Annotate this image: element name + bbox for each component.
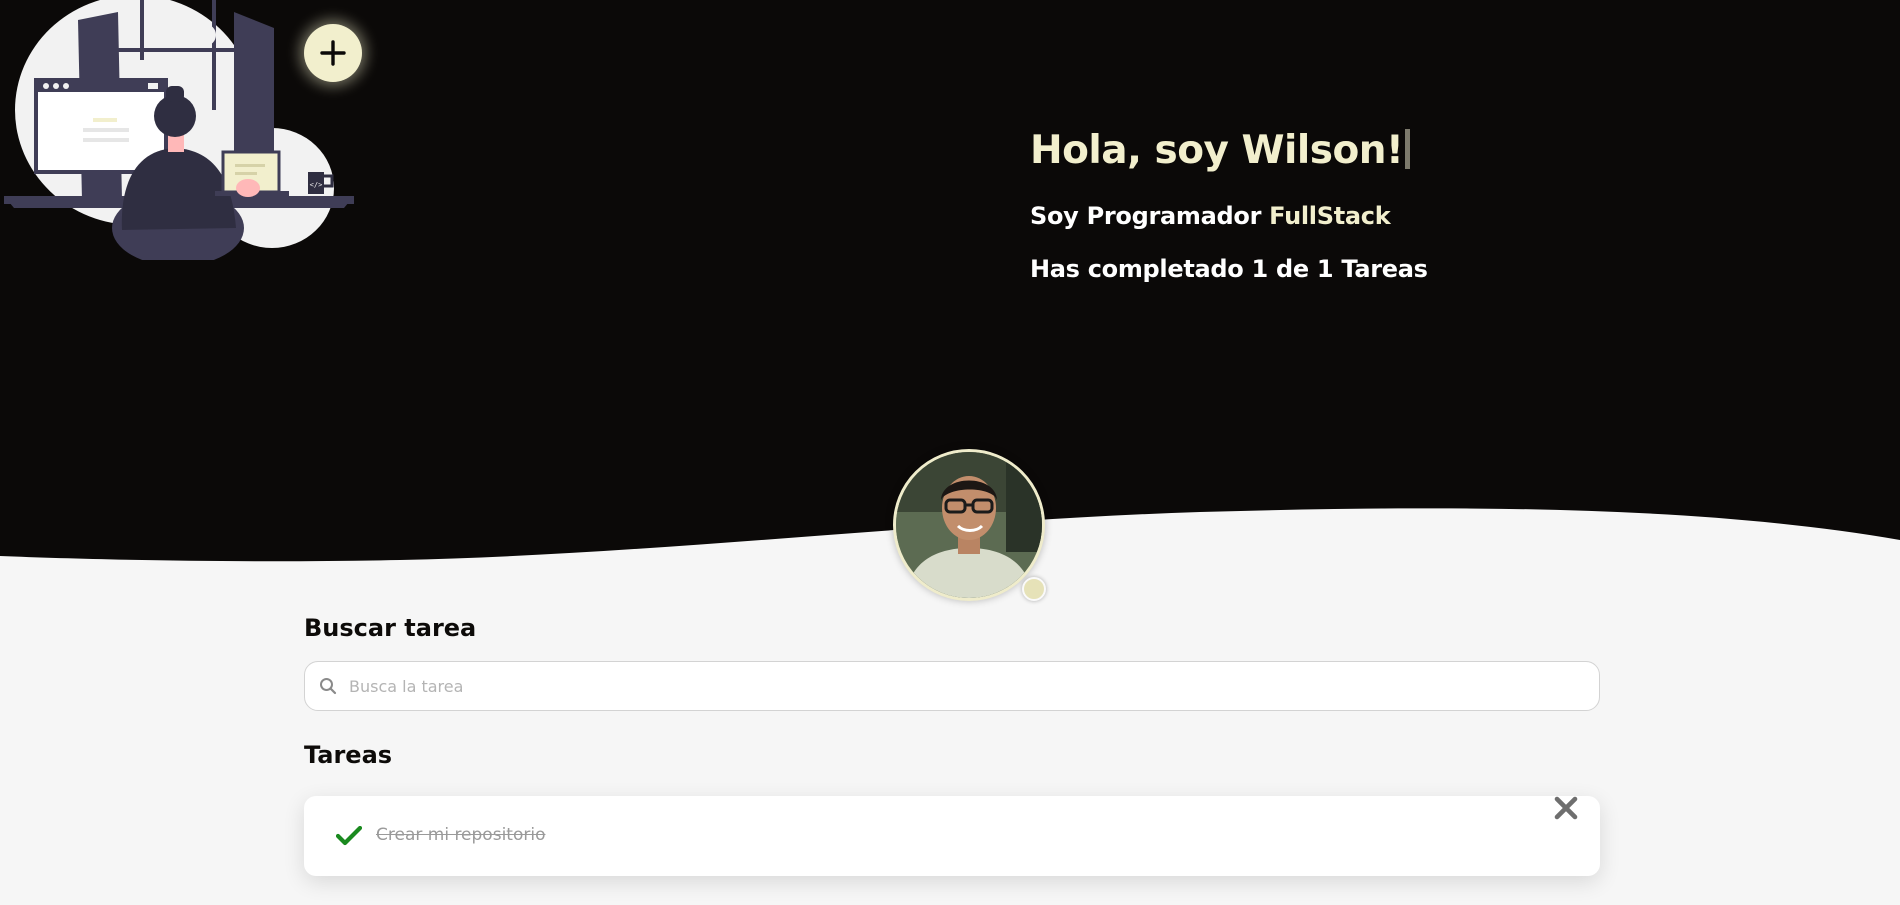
task-item: Crear mi repositorio xyxy=(304,796,1600,876)
hero-greeting: Hola, soy Wilson! xyxy=(1030,128,1411,173)
greeting-text: Hola, soy Wilson! xyxy=(1030,128,1404,173)
check-icon[interactable] xyxy=(336,826,362,846)
search-title: Buscar tarea xyxy=(304,614,477,642)
role-highlight: FullStack xyxy=(1269,202,1391,230)
avatar-photo xyxy=(896,452,1042,598)
hero-role: Soy Programador FullStack xyxy=(1030,202,1391,230)
typing-cursor xyxy=(1405,129,1411,169)
avatar xyxy=(893,449,1045,601)
task-progress-summary: Has completado 1 de 1 Tareas xyxy=(1030,255,1428,283)
developer-illustration: </> xyxy=(4,0,354,260)
tasks-title: Tareas xyxy=(304,741,393,769)
svg-text:</>: </> xyxy=(310,181,323,189)
search-box[interactable] xyxy=(304,661,1600,711)
task-text: Crear mi repositorio xyxy=(376,825,546,845)
search-input[interactable] xyxy=(347,675,1551,697)
hero-section: </> Hola, soy Wilson! Soy Programador Fu… xyxy=(0,0,1900,601)
close-icon[interactable] xyxy=(1552,794,1580,822)
search-icon xyxy=(319,677,337,695)
role-prefix: Soy Programador xyxy=(1030,202,1262,230)
status-badge xyxy=(1022,577,1046,601)
